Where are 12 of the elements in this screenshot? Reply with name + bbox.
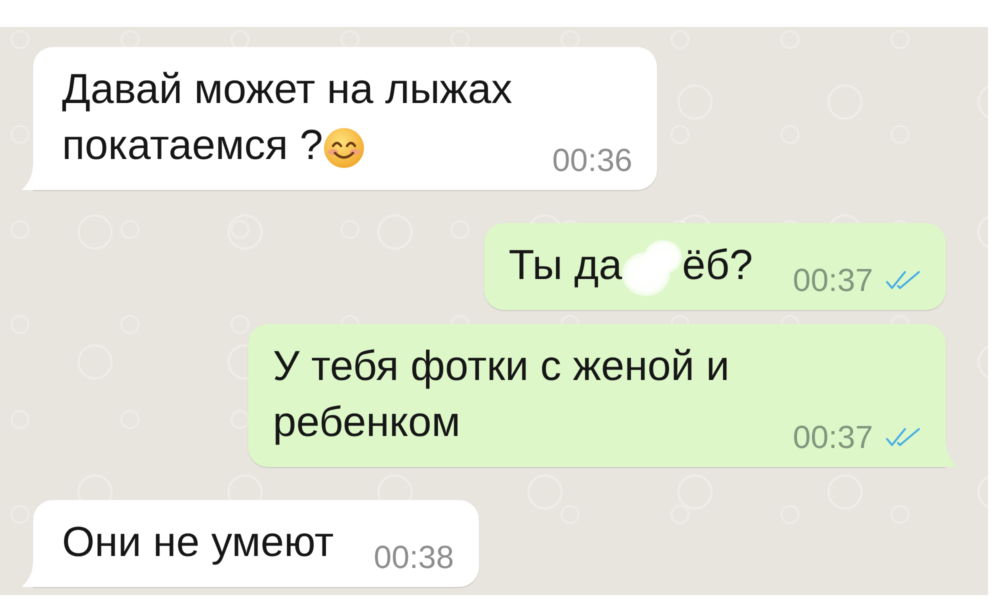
censor-blot [622, 240, 682, 296]
message-time: 00:36 [552, 144, 632, 176]
message-text: У тебя фотки с женой и ребенком [272, 342, 730, 445]
smiling-face-icon [324, 128, 364, 168]
message-text: Давай может на лыжах [62, 65, 512, 112]
message-time: 00:37 [792, 421, 873, 453]
message-text: Ты да [508, 241, 622, 288]
message-time: 00:38 [374, 541, 454, 573]
message-text: ёб? [682, 241, 753, 288]
message-text: Они не умеют [62, 518, 334, 565]
message-text: покатаемся ? [62, 121, 323, 168]
message-time: 00:37 [792, 264, 873, 296]
